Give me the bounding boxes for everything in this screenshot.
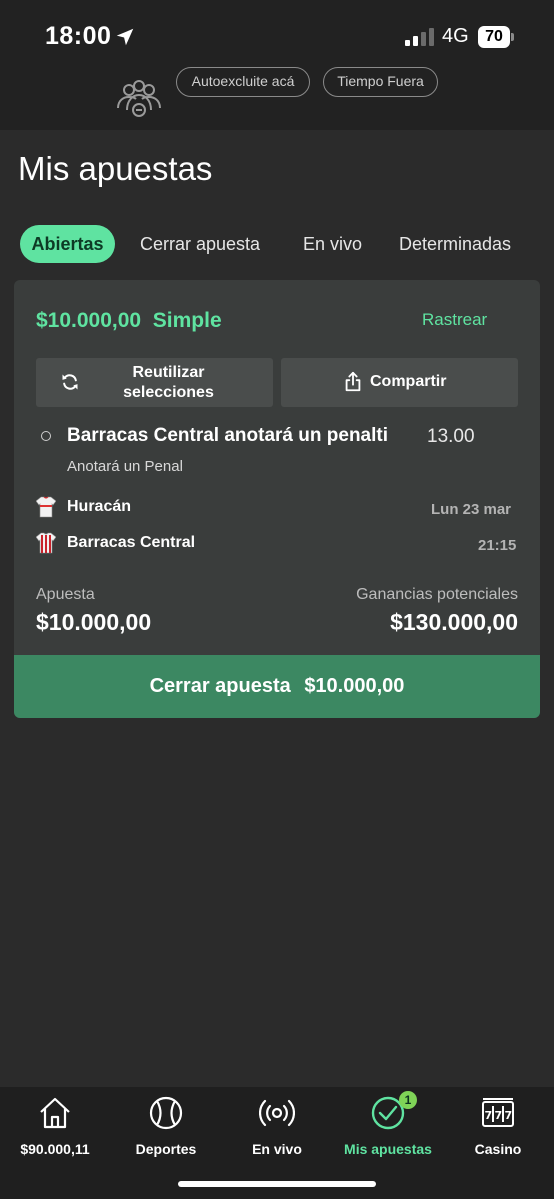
match-date: Lun 23 mar bbox=[431, 501, 512, 518]
bet-card: $10.000,00 Simple Rastrear Reutilizar se… bbox=[14, 280, 540, 718]
potential-winnings-label: Ganancias potenciales bbox=[356, 586, 518, 603]
nav-casino[interactable]: 7 7 7 Casino bbox=[443, 1095, 553, 1165]
potential-winnings-value: $130.000,00 bbox=[390, 609, 518, 635]
home-indicator bbox=[178, 1181, 376, 1187]
location-arrow-icon bbox=[116, 28, 134, 46]
bets-count-badge: 1 bbox=[399, 1091, 417, 1109]
battery-cap bbox=[511, 33, 514, 41]
page-title: Mis apuestas bbox=[18, 150, 213, 187]
responsible-gaming-icon[interactable] bbox=[115, 76, 163, 120]
cashout-button[interactable]: Cerrar apuesta $10.000,00 bbox=[14, 655, 540, 718]
track-link[interactable]: Rastrear bbox=[422, 310, 487, 330]
home-team-name: Huracán bbox=[67, 498, 132, 515]
nav-mis-apuestas[interactable]: 1 Mis apuestas bbox=[333, 1091, 443, 1165]
cashout-value: $10.000,00 bbox=[304, 675, 405, 697]
share-button[interactable]: Compartir bbox=[281, 358, 518, 407]
stake-label: Apuesta bbox=[36, 586, 95, 603]
nav-en-vivo-label: En vivo bbox=[252, 1141, 302, 1157]
bet-stake-type: $10.000,00 Simple bbox=[36, 309, 222, 332]
selection-odds: 13.00 bbox=[427, 426, 475, 447]
reuse-selections-button[interactable]: Reutilizar selecciones bbox=[36, 358, 273, 407]
svg-text:7: 7 bbox=[485, 1109, 493, 1122]
away-team-name: Barracas Central bbox=[67, 534, 196, 551]
nav-en-vivo[interactable]: En vivo bbox=[222, 1095, 332, 1165]
bet-tabs: Abiertas Cerrar apuesta En vivo Determin… bbox=[0, 225, 554, 265]
match-time: 21:15 bbox=[478, 537, 517, 554]
battery-level: 70 bbox=[478, 26, 510, 48]
slot-machine-icon: 7 7 7 bbox=[482, 1098, 514, 1127]
status-time: 18:00 bbox=[45, 22, 112, 50]
home-team-jersey-icon bbox=[36, 496, 56, 518]
home-icon bbox=[40, 1097, 70, 1129]
network-type: 4G bbox=[442, 25, 469, 47]
nav-casino-label: Casino bbox=[474, 1141, 522, 1157]
live-icon bbox=[259, 1099, 295, 1127]
status-bar: 18:00 4G 70 bbox=[0, 0, 554, 70]
refresh-icon bbox=[62, 374, 78, 390]
tab-cerrar-apuesta[interactable]: Cerrar apuesta bbox=[140, 225, 260, 263]
nav-home-label: $90.000,11 bbox=[20, 1141, 90, 1157]
svg-text:7: 7 bbox=[495, 1109, 503, 1122]
top-area: 18:00 4G 70 Autoexcluite acá Tiempo Fuer… bbox=[0, 0, 554, 130]
nav-deportes[interactable]: Deportes bbox=[111, 1095, 221, 1165]
battery-icon: 70 bbox=[478, 26, 514, 48]
share-label: Compartir bbox=[370, 373, 447, 390]
selection-name: Barracas Central anotará un penalti bbox=[67, 425, 388, 446]
stake-value: $10.000,00 bbox=[36, 609, 152, 635]
share-icon bbox=[345, 371, 361, 392]
nav-mis-apuestas-label: Mis apuestas bbox=[344, 1141, 432, 1157]
tab-determinadas[interactable]: Determinadas bbox=[399, 225, 511, 263]
reuse-selections-label: Reutilizar selecciones bbox=[123, 364, 214, 401]
time-out-link[interactable]: Tiempo Fuera bbox=[323, 67, 438, 97]
ball-icon bbox=[149, 1096, 183, 1130]
selection-status-dot bbox=[41, 431, 51, 441]
cashout-label: Cerrar apuesta bbox=[149, 675, 291, 697]
away-team-jersey-icon bbox=[36, 532, 56, 554]
svg-text:7: 7 bbox=[505, 1109, 513, 1122]
nav-home[interactable]: $90.000,11 bbox=[0, 1095, 110, 1165]
tab-en-vivo[interactable]: En vivo bbox=[303, 225, 362, 263]
signal-icon bbox=[405, 28, 434, 46]
selection-market: Anotará un Penal bbox=[67, 458, 183, 475]
nav-deportes-label: Deportes bbox=[135, 1141, 197, 1157]
autoexclusion-link[interactable]: Autoexcluite acá bbox=[176, 67, 310, 97]
tab-abiertas[interactable]: Abiertas bbox=[20, 225, 115, 263]
